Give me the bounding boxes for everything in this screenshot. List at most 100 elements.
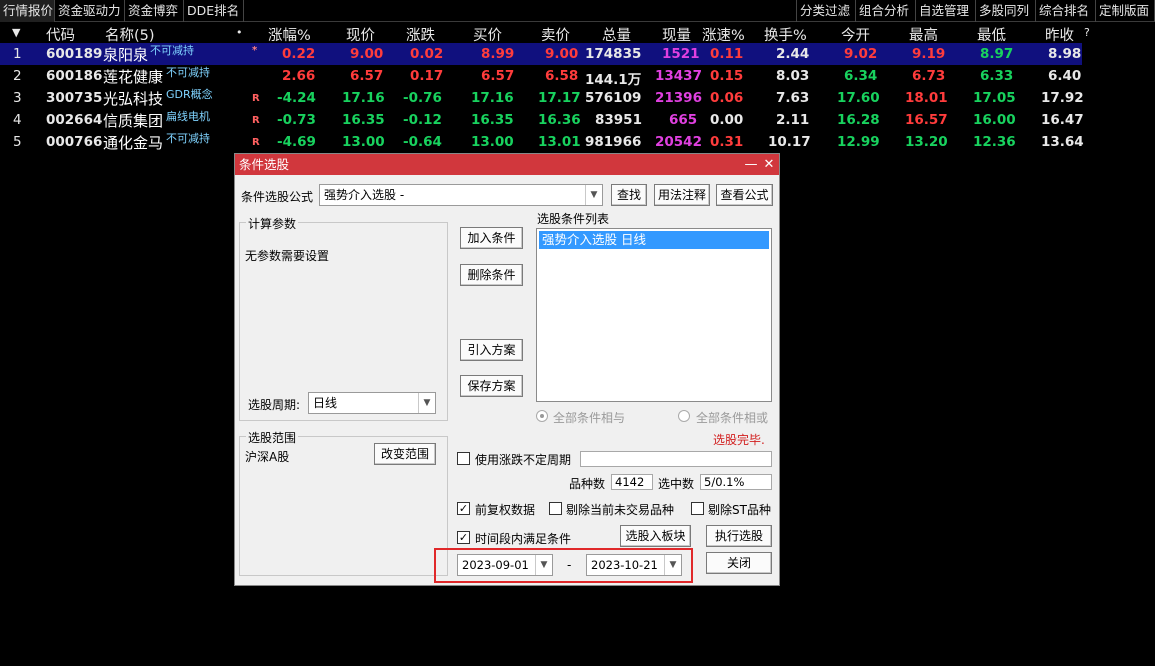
all-or-radio[interactable] [678, 410, 690, 422]
table-row[interactable]: 1 600189 泉阳泉 不可减持 * 0.22 9.00 0.02 8.99 … [0, 43, 1082, 65]
col-open[interactable]: 今开 [841, 24, 870, 45]
list-item[interactable]: 强势介入选股 日线 [539, 231, 769, 249]
tab-category-filter[interactable]: 分类过滤 [796, 0, 856, 22]
help-icon[interactable]: ? [1084, 26, 1090, 39]
exclude-st-label: 剔除ST品种 [708, 503, 771, 517]
period-satisfy-checkbox[interactable]: ✓ [457, 531, 470, 544]
cell-price: 16.35 [342, 112, 385, 128]
execute-button[interactable]: 执行选股 [706, 525, 772, 547]
all-and-radio[interactable] [536, 410, 548, 422]
condition-list-label: 选股条件列表 [537, 212, 610, 226]
cell-ask: 17.17 [538, 90, 581, 106]
stock-flag: R [252, 115, 260, 126]
minimize-icon[interactable]: — [743, 154, 759, 175]
cell-price: 6.57 [350, 68, 384, 84]
import-plan-button[interactable]: 引入方案 [460, 339, 523, 361]
stock-flag: R [252, 93, 260, 104]
delete-condition-button[interactable]: 删除条件 [460, 264, 523, 286]
cell-ask: 6.58 [545, 68, 579, 84]
period-select[interactable]: 日线 ▼ [308, 392, 436, 414]
cell-turnover: 10.17 [768, 134, 811, 150]
cell-turnover: 2.44 [776, 46, 810, 62]
stock-tag: 不可减持 [166, 66, 210, 79]
tab-portfolio-analysis[interactable]: 组合分析 [856, 0, 916, 22]
col-speed[interactable]: 涨速% [702, 24, 745, 45]
cell-open: 17.60 [837, 90, 880, 106]
pre-adjust-checkbox[interactable]: ✓ [457, 502, 470, 515]
change-range-button[interactable]: 改变范围 [374, 443, 436, 465]
view-formula-button[interactable]: 查看公式 [716, 184, 773, 206]
formula-select[interactable]: 强势介入选股 - ▼ [319, 184, 603, 206]
tab-custom-layout[interactable]: 定制版面 [1096, 0, 1155, 22]
close-icon[interactable]: ✕ [761, 154, 777, 175]
close-button[interactable]: 关闭 [706, 552, 772, 574]
add-condition-button[interactable]: 加入条件 [460, 227, 523, 249]
col-dot: • [236, 26, 243, 39]
cell-speed: 0.11 [710, 46, 744, 62]
params-text: 无参数需要设置 [245, 249, 330, 263]
chevron-down-icon[interactable]: ▼ [418, 393, 435, 413]
stock-count-label: 品种数 [569, 477, 606, 491]
period-satisfy-label: 时间段内满足条件 [475, 532, 572, 546]
range-value: 沪深A股 [245, 450, 290, 464]
col-ask[interactable]: 卖价 [541, 24, 570, 45]
condition-list[interactable]: 强势介入选股 日线 [536, 228, 772, 402]
irregular-period-field[interactable] [580, 451, 772, 467]
exclude-st-checkbox[interactable] [691, 502, 704, 515]
to-block-button[interactable]: 选股入板块 [620, 525, 691, 547]
exclude-no-trade-checkbox[interactable] [549, 502, 562, 515]
stock-count-field: 4142 [611, 474, 653, 490]
all-and-label: 全部条件相与 [553, 411, 626, 425]
dialog-titlebar[interactable]: 条件选股 — ✕ [235, 154, 779, 175]
table-row[interactable]: 4 002664 信质集团 扁线电机 R -0.73 16.35 -0.12 1… [0, 109, 1084, 131]
tab-dde-rank[interactable]: DDE排名 [184, 0, 244, 22]
tab-watchlist-manage[interactable]: 自选管理 [916, 0, 976, 22]
chevron-down-icon[interactable]: ▼ [585, 185, 602, 205]
col-bid[interactable]: 买价 [473, 24, 502, 45]
col-name[interactable]: 名称(5) [105, 24, 155, 45]
col-turnover[interactable]: 换手% [764, 24, 807, 45]
find-button[interactable]: 查找 [611, 184, 647, 206]
stock-tag: 不可减持 [150, 44, 194, 57]
row-number: 2 [13, 68, 22, 84]
col-low[interactable]: 最低 [977, 24, 1006, 45]
col-current-volume[interactable]: 现量 [662, 24, 691, 45]
selected-count-field: 5/0.1% [700, 474, 772, 490]
usage-notes-button[interactable]: 用法注释 [654, 184, 710, 206]
table-row[interactable]: 2 600186 莲花健康 不可减持 2.66 6.57 0.17 6.57 6… [0, 65, 1082, 88]
sort-dropdown-icon[interactable]: ▼ [12, 26, 20, 39]
cell-change: 0.17 [410, 68, 444, 84]
quote-table-header: ▼ 代码 名称(5) • 涨幅% 现价 涨跌 买价 卖价 总量 现量 涨速% 换… [0, 22, 1155, 45]
cell-current-volume: 1521 [662, 46, 700, 62]
cell-open: 16.28 [837, 112, 880, 128]
cell-current-volume: 20542 [655, 134, 702, 150]
col-volume[interactable]: 总量 [602, 24, 631, 45]
cell-bid: 6.57 [481, 68, 515, 84]
irregular-period-checkbox[interactable] [457, 452, 470, 465]
col-price[interactable]: 现价 [346, 24, 375, 45]
cell-ask: 9.00 [545, 46, 579, 62]
row-number: 5 [13, 134, 22, 150]
cell-price: 9.00 [350, 46, 384, 62]
col-change-pct[interactable]: 涨幅% [268, 24, 311, 45]
table-row[interactable]: 3 300735 光弘科技 GDR概念 R -4.24 17.16 -0.76 … [0, 87, 1084, 109]
table-row[interactable]: 5 000766 通化金马 不可减持 R -4.69 13.00 -0.64 1… [0, 131, 1084, 153]
cell-volume: 174835 [585, 46, 642, 62]
tab-capital-drive[interactable]: 资金驱动力 [55, 0, 125, 22]
save-plan-button[interactable]: 保存方案 [460, 375, 523, 397]
cell-price: 17.16 [342, 90, 385, 106]
col-high[interactable]: 最高 [909, 24, 938, 45]
col-prev-close[interactable]: 昨收 [1045, 24, 1074, 45]
irregular-period-label: 使用涨跌不定周期 [475, 453, 572, 467]
cell-speed: 0.15 [710, 68, 744, 84]
row-number: 4 [13, 112, 22, 128]
col-code[interactable]: 代码 [46, 24, 75, 45]
cell-speed: 0.06 [710, 90, 744, 106]
tab-composite-rank[interactable]: 综合排名 [1036, 0, 1096, 22]
tab-quotes[interactable]: 行情报价 [0, 0, 55, 22]
tab-capital-game[interactable]: 资金博弈 [125, 0, 184, 22]
cell-prev-close: 13.64 [1041, 134, 1084, 150]
cell-high: 16.57 [905, 112, 948, 128]
tab-multi-stock[interactable]: 多股同列 [976, 0, 1036, 22]
col-change[interactable]: 涨跌 [406, 24, 435, 45]
